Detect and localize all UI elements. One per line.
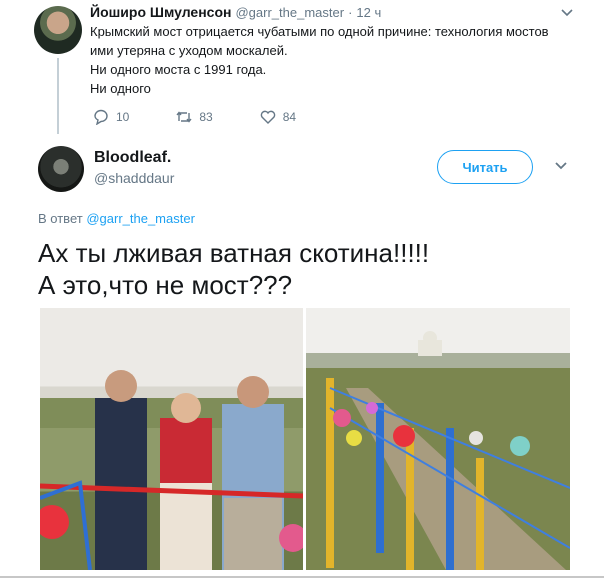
tweet1-line: Ни одного [90,81,151,96]
tweet2-author[interactable]: Bloodleaf. [94,149,171,167]
reply-count: 10 [116,110,130,124]
more-icon[interactable] [560,8,574,18]
bridge-illustration [306,331,570,570]
avatar-bloodleaf[interactable] [38,146,84,192]
like-count: 84 [282,110,297,124]
tweet2-line: Ах ты лживая ватная скотина!!!!! [38,238,430,268]
tweet2-text: Ах ты лживая ватная скотина!!!!! А это,ч… [38,237,429,301]
reply-button[interactable]: 10 [92,109,129,125]
photo-bridge[interactable] [306,308,570,570]
photo-ribbon-cutting[interactable] [40,308,303,570]
like-icon [260,110,275,124]
like-button[interactable]: 84 [259,109,296,125]
tweet1-line: Крымский мост отрицается чубатыми по одн… [90,24,549,39]
reply-to-link[interactable]: @garr_the_master [86,211,195,226]
thread-line [57,58,59,134]
tweet1-line: Ни одного моста с 1991 года. [90,62,267,77]
tweet2-handle[interactable]: @shadddaur [94,170,174,186]
reply-context: В ответ @garr_the_master [38,211,195,226]
tweet1-text: Крымский мост отрицается чубатыми по одн… [90,22,549,98]
tweet1-author[interactable]: Йоширо Шмуленсон [90,4,231,20]
retweet-button[interactable]: 83 [175,109,213,125]
follow-button[interactable]: Читать [437,150,533,184]
tweet1-line: ими утеряна с уходом москалей. [90,43,288,58]
tweet2-line: А это,что не мост??? [38,270,293,300]
tweet1-header: Йоширо Шмуленсон @garr_the_master · 12 ч [90,4,381,20]
chevron-down-icon[interactable] [553,160,569,172]
reply-prefix: В ответ [38,211,83,226]
tweet1-separator: · [348,5,353,20]
reply-icon [94,109,108,125]
retweet-icon [176,111,192,123]
ribbon-cutting-illustration [40,370,303,570]
tweet1-handle[interactable]: @garr_the_master [235,5,344,20]
avatar-yoshiro[interactable] [34,6,82,54]
tweet1-time[interactable]: 12 ч [356,5,381,20]
retweet-count: 83 [199,110,213,124]
tweet1-actions: 10 83 84 [92,109,296,125]
